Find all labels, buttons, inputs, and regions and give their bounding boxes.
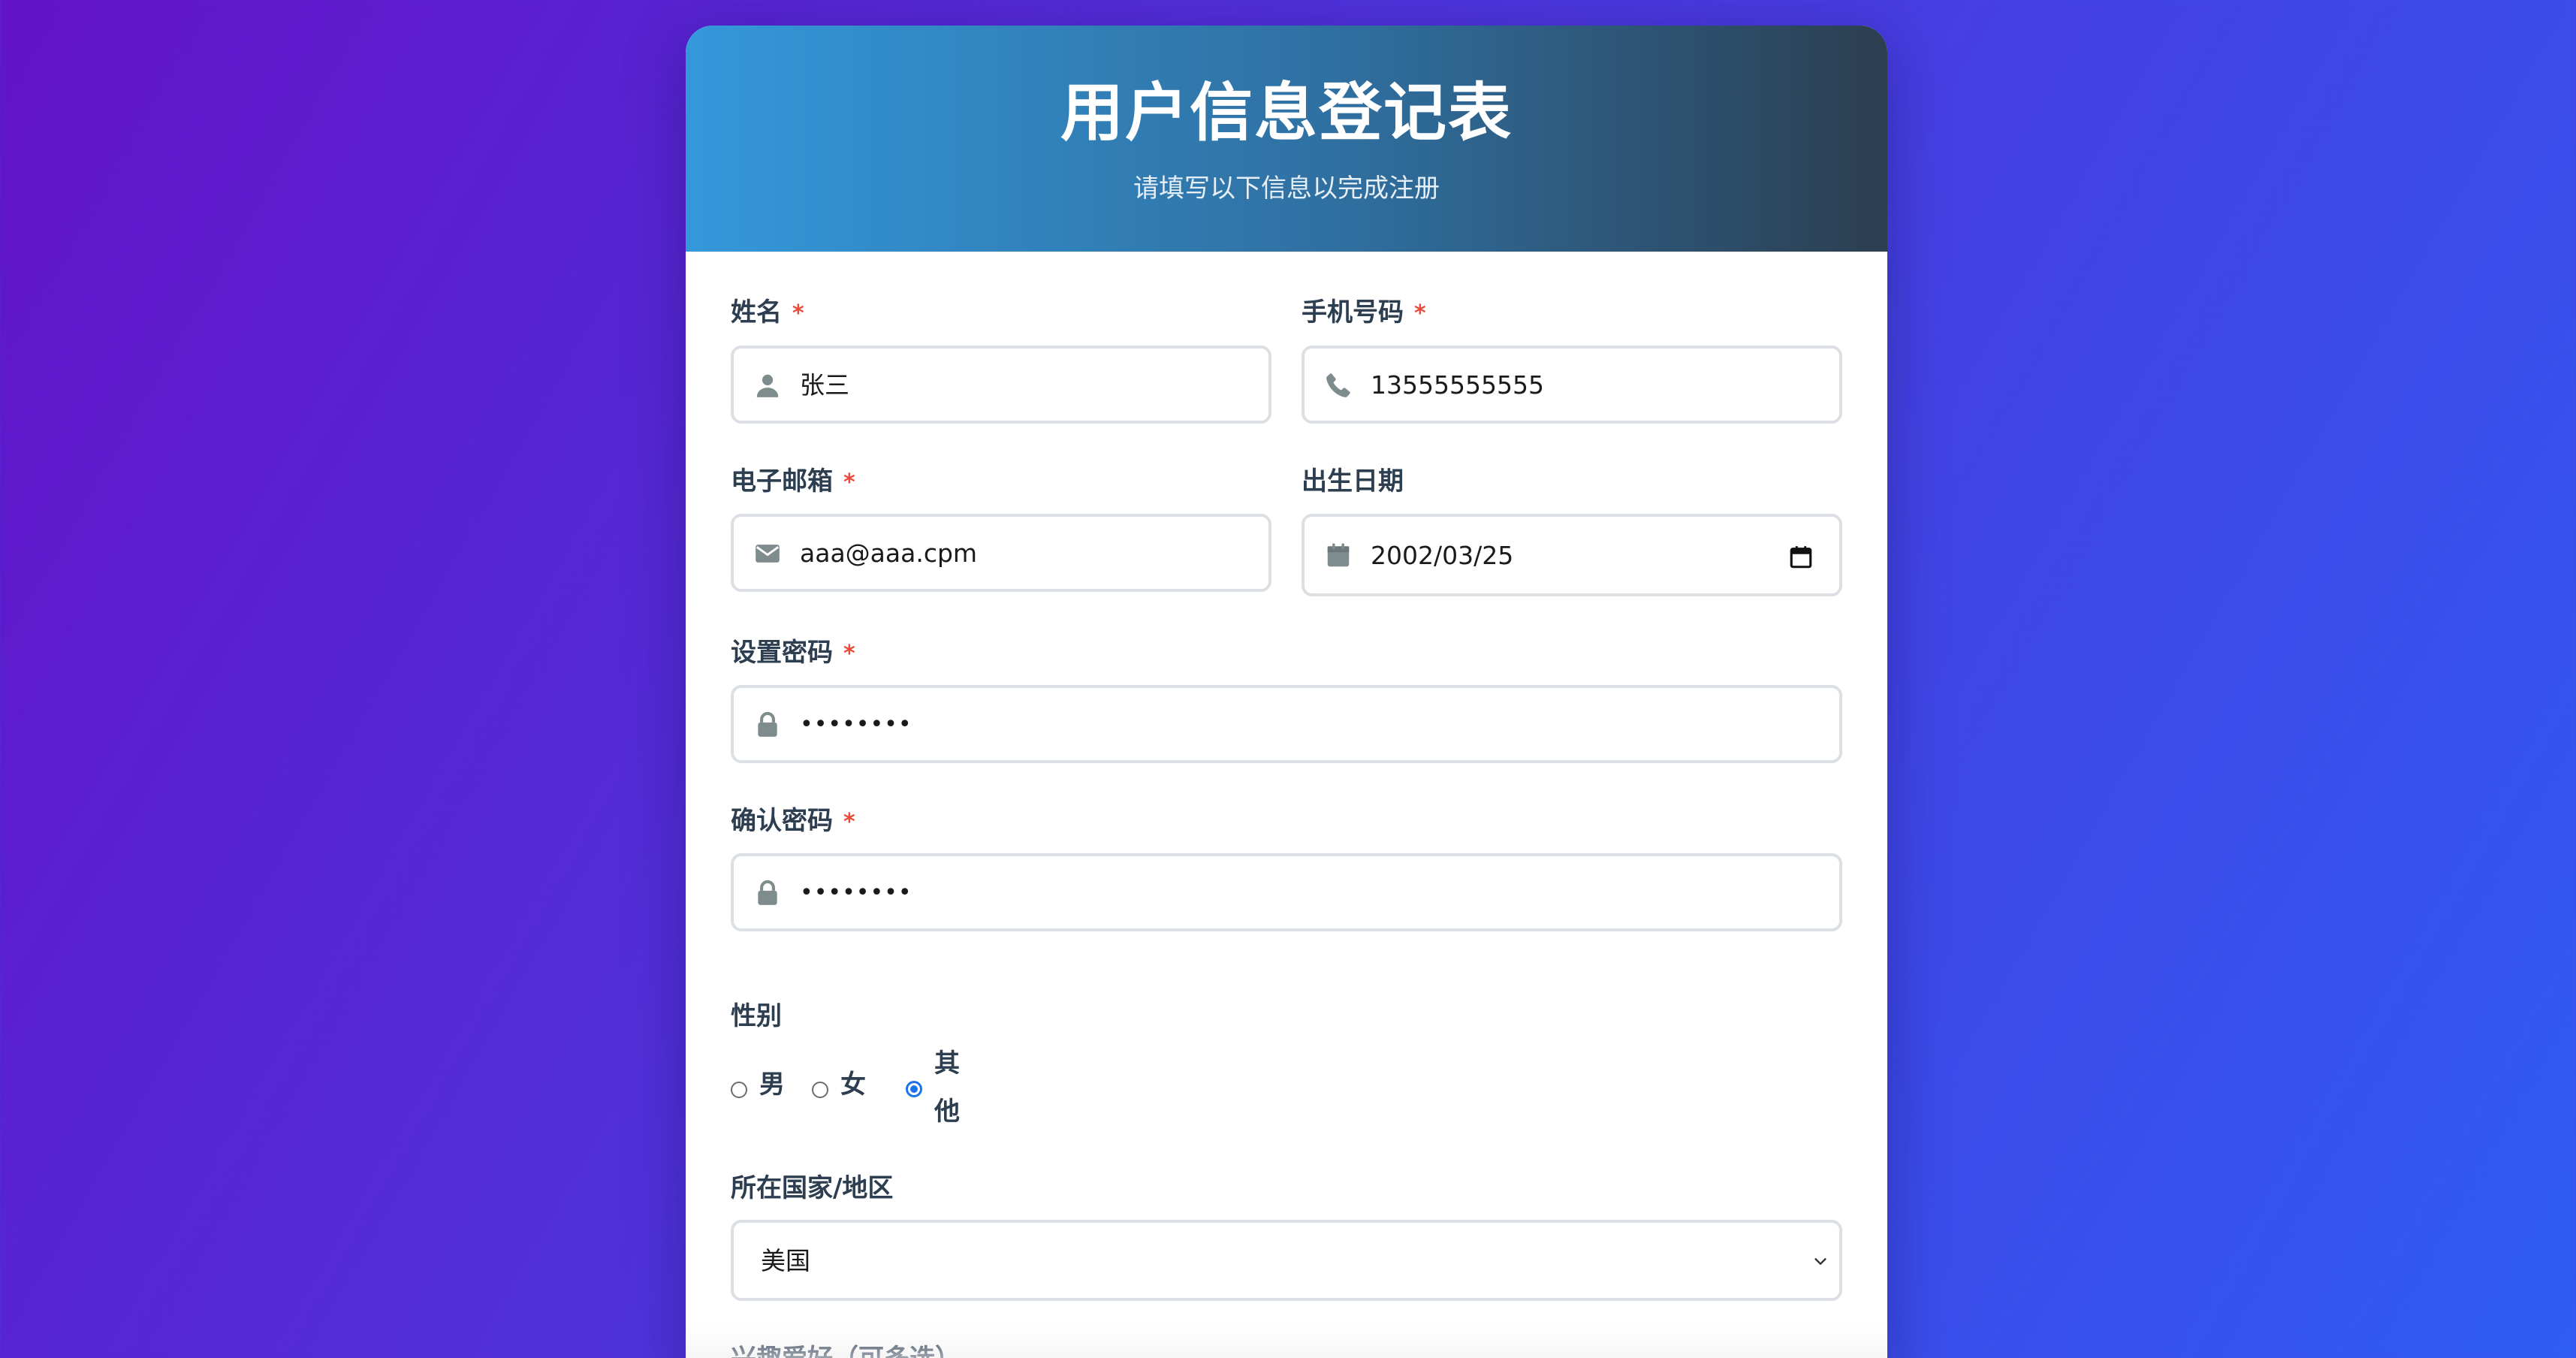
- gender-other-radio[interactable]: [906, 1081, 922, 1097]
- name-value: 张三: [800, 370, 849, 400]
- envelope-icon: [753, 539, 782, 568]
- required-mark: *: [792, 300, 804, 327]
- confirm-password-value: ••••••••: [800, 880, 912, 906]
- gender-female-label[interactable]: 女: [840, 1066, 866, 1103]
- country-select[interactable]: 美国: [731, 1220, 1842, 1301]
- required-mark: *: [843, 809, 855, 835]
- chevron-down-icon: [1812, 1253, 1829, 1269]
- email-label: 电子邮箱 *: [731, 463, 855, 502]
- gender-other-label-line2: 他: [934, 1097, 960, 1127]
- hobbies-label: 兴趣爱好（可多选）: [731, 1340, 961, 1358]
- birthday-input[interactable]: 2002/03/25: [1302, 514, 1842, 596]
- country-label: 所在国家/地区: [731, 1169, 893, 1207]
- gender-other-label[interactable]: 其 他: [932, 1040, 962, 1136]
- gender-male-label[interactable]: 男: [759, 1066, 785, 1103]
- phone-label-text: 手机号码: [1302, 297, 1404, 327]
- lock-icon: [753, 711, 782, 739]
- country-label-text: 所在国家/地区: [731, 1173, 894, 1203]
- form-header: 用户信息登记表 请填写以下信息以完成注册: [686, 26, 1887, 252]
- gender-label: 性别: [731, 997, 782, 1035]
- required-mark: *: [843, 641, 855, 667]
- confirm-password-label: 确认密码 *: [731, 802, 855, 841]
- gender-male-radio[interactable]: [731, 1082, 747, 1098]
- birthday-label: 出生日期: [1302, 463, 1404, 500]
- name-label-text: 姓名: [731, 297, 782, 327]
- name-label: 姓名 *: [731, 294, 804, 333]
- password-label: 设置密码 *: [731, 634, 855, 673]
- confirm-password-input[interactable]: ••••••••: [731, 853, 1842, 931]
- name-input[interactable]: 张三: [731, 346, 1271, 424]
- confirm-password-label-text: 确认密码: [731, 806, 833, 836]
- birthday-label-text: 出生日期: [1302, 466, 1404, 496]
- gender-other-label-line1: 其: [934, 1049, 960, 1079]
- hobbies-label-text: 兴趣爱好（可多选）: [731, 1344, 961, 1358]
- form-subtitle: 请填写以下信息以完成注册: [1133, 174, 1440, 204]
- required-mark: *: [843, 469, 855, 496]
- phone-icon: [1324, 371, 1353, 400]
- registration-form-card: 用户信息登记表 请填写以下信息以完成注册 姓名 * 张三 手机号码 * 135555…: [686, 26, 1887, 1358]
- password-value: ••••••••: [800, 711, 912, 738]
- gender-label-text: 性别: [731, 1001, 782, 1031]
- birthday-value: 2002/03/25: [1371, 541, 1514, 570]
- password-input[interactable]: ••••••••: [731, 685, 1842, 763]
- phone-value: 13555555555: [1371, 370, 1544, 400]
- password-label-text: 设置密码: [731, 638, 833, 668]
- email-label-text: 电子邮箱: [731, 466, 833, 496]
- gender-female-radio[interactable]: [812, 1082, 828, 1098]
- form-title: 用户信息登记表: [1060, 76, 1513, 149]
- phone-label: 手机号码 *: [1302, 294, 1426, 333]
- required-mark: *: [1414, 300, 1426, 327]
- country-selected-value: 美国: [761, 1246, 810, 1275]
- date-picker-icon[interactable]: [1788, 545, 1814, 570]
- user-icon: [753, 371, 782, 400]
- lock-icon: [753, 879, 782, 907]
- email-value: aaa@aaa.cpm: [800, 539, 978, 568]
- calendar-icon: [1324, 542, 1353, 570]
- phone-input[interactable]: 13555555555: [1302, 346, 1842, 424]
- email-input[interactable]: aaa@aaa.cpm: [731, 514, 1271, 592]
